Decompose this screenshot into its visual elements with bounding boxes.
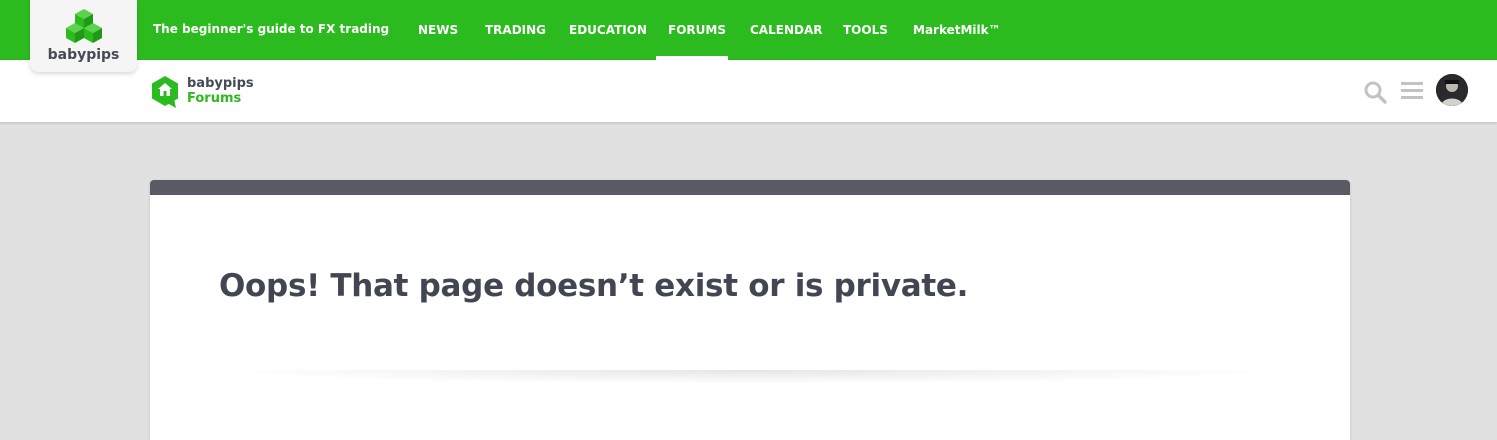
search-icon[interactable] [1363,80,1387,104]
nav-trading[interactable]: TRADING [485,23,546,37]
nav-tools[interactable]: TOOLS [843,23,888,37]
nav-calendar[interactable]: CALENDAR [750,23,822,37]
menu-icon[interactable] [1401,81,1423,101]
error-card: Oops! That page doesn’t exist or is priv… [150,180,1350,440]
avatar-image [1436,74,1468,106]
divider-shadow [210,370,1290,384]
nav-forums[interactable]: FORUMS [668,23,726,37]
nav-education[interactable]: EDUCATION [569,23,647,37]
cubes-logo-icon [66,9,102,43]
nav-marketmilk[interactable]: MarketMilk™ [913,23,1001,37]
forum-header: babypips Forums [0,60,1497,122]
tagline: The beginner's guide to FX trading [153,22,390,36]
babypips-home-logo[interactable]: babypips [30,0,137,72]
card-top-bar [150,180,1350,195]
page-title: Oops! That page doesn’t exist or is priv… [219,268,969,304]
forum-logo-title[interactable]: babypips [187,76,254,91]
top-navigation-bar: babypips The beginner's guide to FX trad… [0,0,1497,72]
user-avatar[interactable] [1436,74,1468,106]
forums-home-icon[interactable] [150,75,180,109]
forum-logo-subtitle[interactable]: Forums [187,91,241,106]
brand-name: babypips [47,47,120,63]
nav-news[interactable]: NEWS [418,23,458,37]
